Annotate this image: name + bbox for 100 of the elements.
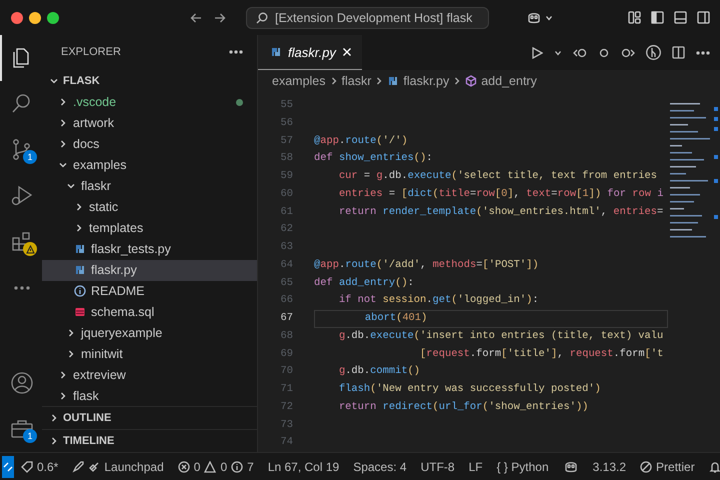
- status-item[interactable]: Launchpad: [65, 453, 171, 480]
- breadcrumb[interactable]: add_entry: [465, 74, 537, 88]
- editor-tab[interactable]: flaskr.py: [258, 35, 362, 70]
- back-change-icon[interactable]: [573, 46, 587, 58]
- close-icon[interactable]: [342, 47, 352, 57]
- customize-layout-icon[interactable]: [628, 11, 641, 24]
- code-line: cur = g.db.execute('select title, text from entries: [338, 169, 658, 184]
- tree-item[interactable]: static: [42, 196, 257, 218]
- minimize-window-icon[interactable]: [29, 12, 41, 24]
- chevron-right-icon[interactable]: [58, 139, 68, 150]
- line-number: 58: [280, 151, 294, 166]
- tree-item[interactable]: jqueryexample: [42, 322, 257, 344]
- assistant-icon[interactable]: [562, 460, 579, 474]
- circle-icon[interactable]: [598, 46, 610, 58]
- status-item[interactable]: LF: [462, 453, 490, 480]
- git-graph-icon[interactable]: [646, 45, 661, 60]
- caret-icon[interactable]: [545, 14, 553, 22]
- status-item[interactable]: Ln 67, Col 19: [260, 453, 346, 480]
- status-item[interactable]: Prettier: [633, 453, 702, 480]
- code-line: if not session.get('logged_in'):: [338, 293, 540, 308]
- tree-item[interactable]: extreview: [42, 364, 257, 386]
- run-icon[interactable]: [531, 46, 543, 58]
- tree-item[interactable]: examples: [42, 154, 257, 176]
- remote-button[interactable]: [2, 456, 14, 478]
- chevron-right-icon[interactable]: [58, 97, 68, 108]
- chevron-right-icon[interactable]: [49, 413, 59, 424]
- line-number: 69: [280, 346, 294, 362]
- info-icon: [74, 285, 86, 298]
- chevron-right-icon[interactable]: [66, 349, 76, 360]
- forward-arrow-icon[interactable]: [214, 12, 226, 24]
- line-number: 61: [280, 204, 294, 220]
- chevron-right-icon[interactable]: [49, 436, 59, 446]
- python-icon: [387, 75, 400, 87]
- search-icon: [256, 12, 268, 24]
- tree-item[interactable]: flaskr: [42, 176, 257, 197]
- panel-toggle-icon[interactable]: [674, 11, 687, 24]
- account-icon[interactable]: [10, 371, 34, 395]
- tree-item[interactable]: flaskr.py: [42, 260, 257, 281]
- tree-item[interactable]: artwork: [42, 112, 257, 134]
- assistant-icon[interactable]: [526, 10, 542, 24]
- line-number: 55: [280, 98, 294, 113]
- separator-chevron-icon: [375, 76, 384, 86]
- cube-icon: [465, 75, 478, 87]
- tree-item[interactable]: schema.sql: [42, 302, 257, 323]
- code-line: return render_template('show_entries.html', entries=: [338, 204, 664, 220]
- status-item[interactable]: 0.6*: [14, 453, 66, 480]
- folder-header[interactable]: FLASK: [42, 70, 257, 92]
- tree-item[interactable]: flask: [42, 386, 257, 406]
- sidebar-toggle-icon[interactable]: [651, 11, 664, 24]
- back-arrow-icon[interactable]: [190, 12, 202, 24]
- status-item[interactable]: UTF-8: [414, 453, 462, 480]
- tree-item[interactable]: README: [42, 280, 257, 302]
- chevron-right-icon[interactable]: [74, 202, 84, 212]
- separator-chevron-icon: [453, 76, 462, 86]
- warning-badge: [23, 242, 37, 256]
- tree-item[interactable]: flaskr_tests.py: [42, 238, 257, 260]
- problems-item[interactable]: 0 0 7: [170, 453, 261, 480]
- line-number: 57: [280, 134, 294, 148]
- breadcrumb[interactable]: flaskr: [342, 74, 372, 88]
- line-number: 60: [280, 186, 294, 202]
- separator-chevron-icon: [330, 76, 338, 86]
- close-window-icon[interactable]: [11, 12, 23, 24]
- chevron-right-icon[interactable]: [74, 223, 84, 234]
- breadcrumb[interactable]: examples: [272, 74, 326, 88]
- chevron-right-icon[interactable]: [58, 370, 68, 380]
- count-badge: 1: [23, 150, 37, 164]
- tree-item[interactable]: docs: [42, 134, 257, 155]
- maximize-window-icon[interactable]: [47, 12, 59, 24]
- python-icon: [74, 264, 86, 276]
- code-line: g.db.execute('insert into entries (title, text) valu: [338, 328, 664, 344]
- chevron-right-icon[interactable]: [58, 391, 68, 402]
- section-header[interactable]: OUTLINE: [42, 406, 257, 430]
- secondary-sidebar-icon[interactable]: [697, 11, 710, 24]
- code-line: [request.form['title'], request.form['t: [419, 346, 664, 362]
- code-line: @app.route('/add', methods=['POST']): [314, 258, 540, 273]
- line-number: 65: [280, 276, 294, 290]
- line-number: 71: [280, 382, 294, 397]
- code-line: @app.route('/'): [314, 134, 409, 148]
- tree-item[interactable]: minitwit: [42, 344, 257, 365]
- caret-icon[interactable]: [554, 48, 562, 56]
- tree-item[interactable]: templates: [42, 218, 257, 239]
- status-dot: [236, 98, 243, 106]
- chevron-right-icon[interactable]: [66, 328, 76, 338]
- language-item[interactable]: { } Python: [490, 453, 556, 480]
- chevron-right-icon[interactable]: [58, 118, 68, 128]
- tree-item[interactable]: .vscode: [42, 92, 257, 113]
- run-debug-icon[interactable]: [10, 184, 34, 208]
- command-center[interactable]: [Extension Development Host] flask: [246, 6, 489, 28]
- bell-icon[interactable]: [708, 460, 720, 472]
- split-editor-icon[interactable]: [672, 46, 685, 59]
- tag-icon: [21, 460, 33, 472]
- breadcrumb[interactable]: flaskr.py: [387, 74, 450, 88]
- code-line: entries = [dict(title=row[0], text=row[1]) for row i: [338, 186, 664, 202]
- status-item[interactable]: 3.13.2: [586, 453, 634, 480]
- disabled-icon: [640, 460, 652, 472]
- next-change-icon[interactable]: [621, 46, 635, 58]
- line-number: 74: [280, 435, 294, 450]
- status-item[interactable]: Spaces: 4: [346, 453, 414, 480]
- code-line: return redirect(url_for('show_entries')): [338, 400, 590, 415]
- code-line: flash('New entry was successfully posted'): [338, 382, 602, 397]
